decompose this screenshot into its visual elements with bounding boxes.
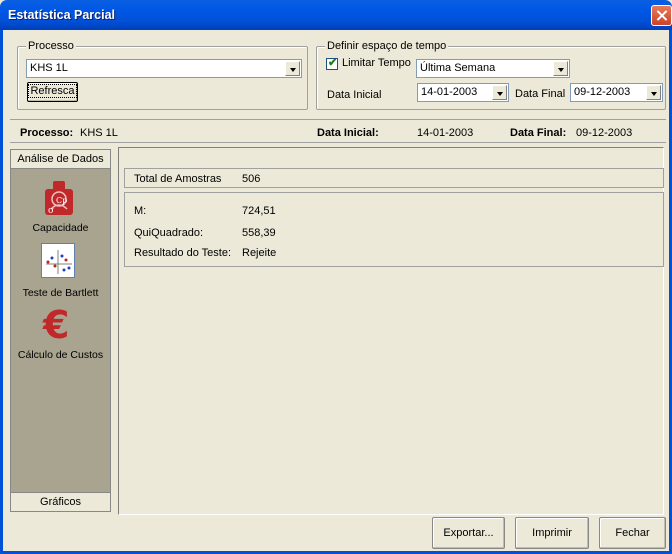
scatter-plot-icon[interactable]: [41, 243, 75, 278]
m-value: 724,51: [242, 205, 276, 217]
divider: [10, 119, 666, 120]
processo-select[interactable]: KHS 1L: [26, 59, 302, 78]
euro-icon[interactable]: €: [40, 303, 76, 347]
chi-square-value: 558,39: [242, 227, 276, 239]
print-button[interactable]: Imprimir: [515, 517, 589, 549]
start-date-label: Data Inicial: [327, 89, 382, 101]
tab-data-analysis[interactable]: Análise de Dados: [10, 149, 111, 169]
refresh-button[interactable]: Refresca: [27, 82, 78, 102]
m-label: M:: [134, 205, 147, 217]
test-result-value: Rejeite: [242, 247, 277, 259]
end-date-value: 09-12-2003: [574, 86, 631, 98]
export-button[interactable]: Exportar...: [432, 517, 505, 549]
summary-start-label: Data Inicial:: [317, 127, 379, 139]
chevron-down-icon[interactable]: [553, 61, 568, 76]
sidebar-item-capacity[interactable]: Capacidade: [10, 222, 111, 234]
summary-process-value: KHS 1L: [80, 127, 118, 139]
summary-start-value: 14-01-2003: [417, 127, 474, 139]
total-samples-label: Total de Amostras: [134, 173, 222, 185]
svg-text:σ: σ: [48, 206, 54, 216]
test-result-label: Resultado do Teste:: [134, 247, 232, 259]
tab-charts[interactable]: Gráficos: [10, 492, 111, 512]
start-date-value: 14-01-2003: [421, 86, 478, 98]
start-date-picker[interactable]: 14-01-2003: [417, 83, 509, 102]
summary-end-value: 09-12-2003: [576, 127, 633, 139]
sidebar-item-bartlett[interactable]: Teste de Bartlett: [10, 287, 111, 299]
svg-text:Cp: Cp: [56, 196, 67, 205]
chevron-down-icon[interactable]: [646, 85, 661, 100]
divider: [10, 142, 666, 143]
chi-square-label: QuiQuadrado:: [134, 227, 204, 239]
summary-process-label: Processo:: [20, 127, 74, 139]
refresh-button-label: Refresca: [28, 84, 77, 98]
close-button[interactable]: Fechar: [599, 517, 666, 549]
chevron-down-icon[interactable]: [492, 85, 507, 100]
end-date-picker[interactable]: 09-12-2003: [570, 83, 663, 102]
sidebar-item-cost-calculation[interactable]: Cálculo de Custos: [10, 349, 111, 361]
checkmark-icon: ✔: [328, 57, 338, 69]
window-title: Estatística Parcial: [8, 8, 116, 22]
close-window-button[interactable]: [651, 5, 672, 26]
summary-end-label: Data Final:: [510, 127, 567, 139]
total-samples-value: 506: [242, 173, 261, 185]
processo-select-value: KHS 1L: [30, 62, 68, 74]
limit-time-checkbox[interactable]: ✔: [326, 57, 338, 70]
processo-legend: Processo: [26, 40, 76, 52]
limit-time-label: Limitar Tempo: [342, 57, 411, 69]
period-select[interactable]: Última Semana: [416, 59, 570, 78]
period-select-value: Última Semana: [420, 62, 496, 74]
time-range-legend: Definir espaço de tempo: [325, 40, 449, 52]
capacity-icon[interactable]: σ Cp: [42, 179, 76, 217]
svg-text:€: €: [42, 305, 69, 343]
end-date-label: Data Final: [515, 88, 566, 100]
chevron-down-icon[interactable]: [285, 61, 300, 76]
